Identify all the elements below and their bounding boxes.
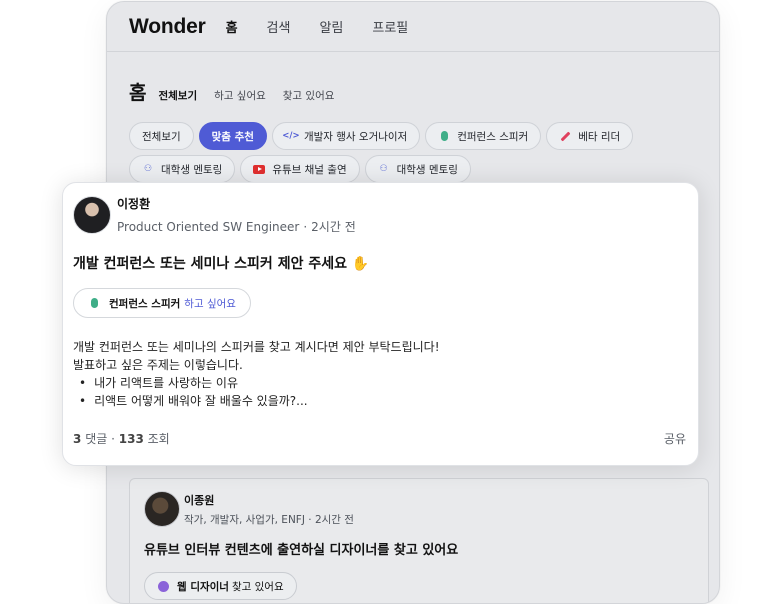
post-stats: 3 댓글 · 133 조회 <box>73 430 170 447</box>
author-meta: 작가, 개발자, 사업가, ENFJ · 2시간 전 <box>184 512 354 527</box>
list-item: 내가 리액트를 사랑하는 이유 <box>79 374 688 392</box>
app-logo[interactable]: Wonder <box>129 15 206 39</box>
topic-list: 내가 리액트를 사랑하는 이유 리액트 어떻게 배워야 잘 배울수 있을까?..… <box>73 374 688 410</box>
chip-label: 맞춤 추천 <box>211 130 254 143</box>
post-card-secondary[interactable]: 이종원 작가, 개발자, 사업가, ENFJ · 2시간 전 유튜브 인터뷰 컨… <box>129 478 709 603</box>
nav-notifications[interactable]: 알림 <box>319 17 343 36</box>
body-line: 발표하고 싶은 주제는 이렇습니다. <box>73 358 243 372</box>
post-title[interactable]: 유튜브 인터뷰 컨텐츠에 출연하실 디자이너를 찾고 있어요 <box>144 539 694 558</box>
page-title: 홈 <box>129 82 147 104</box>
youtube-icon <box>253 163 266 175</box>
tag-keyword: 웹 디자이너 <box>177 580 229 593</box>
tab-all[interactable]: 전체보기 <box>158 88 197 103</box>
author-role: Product Oriented SW Engineer <box>117 220 300 234</box>
chip-beta-reader[interactable]: 베타 리더 <box>546 122 634 150</box>
avatar[interactable] <box>73 196 111 234</box>
tab-looking-for[interactable]: 찾고 있어요 <box>283 88 335 103</box>
chip-label: 유튜브 채널 출연 <box>272 163 347 176</box>
filter-chips: 전체보기 맞춤 추천 </> 개발자 행사 오거나이저 컨퍼런스 스피커 베타 리… <box>129 122 709 183</box>
view-label: 조회 <box>147 432 170 446</box>
author-name[interactable]: 이정환 <box>117 195 356 212</box>
nav-home[interactable]: 홈 <box>226 17 238 36</box>
chip-recommended[interactable]: 맞춤 추천 <box>198 122 267 150</box>
nav-profile[interactable]: 프로필 <box>372 17 408 36</box>
body-line: 개발 컨퍼런스 또는 세미나의 스피커를 찾고 계시다면 제안 부탁드립니다! <box>73 340 440 354</box>
post-time: 2시간 전 <box>311 220 356 234</box>
post-author-row: 이종원 작가, 개발자, 사업가, ENFJ · 2시간 전 <box>144 491 694 527</box>
post-body: 개발 컨퍼런스 또는 세미나의 스피커를 찾고 계시다면 제안 부탁드립니다! … <box>73 338 688 410</box>
nav-search[interactable]: 검색 <box>267 17 291 36</box>
chip-event-organizer[interactable]: </> 개발자 행사 오거나이저 <box>271 122 421 150</box>
waving-hand-icon: ✋ <box>351 256 370 272</box>
microphone-icon <box>438 130 450 142</box>
post-title-row[interactable]: 개발 컨퍼런스 또는 세미나 스피커 제안 주세요 ✋ <box>73 253 688 273</box>
comment-count: 3 <box>73 432 82 446</box>
post-time: 2시간 전 <box>314 513 354 526</box>
tag-keyword: 컨퍼런스 스피커 <box>109 297 181 310</box>
palette-icon <box>157 580 169 592</box>
post-tag[interactable]: 웹 디자이너 찾고 있어요 <box>144 572 297 600</box>
view-count: 133 <box>118 432 144 446</box>
chip-label: 전체보기 <box>142 130 181 143</box>
post-tag[interactable]: 컨퍼런스 스피커 하고 싶어요 <box>73 288 251 318</box>
chip-label: 컨퍼런스 스피커 <box>457 130 529 143</box>
pen-icon <box>559 130 571 142</box>
app-header: Wonder 홈 검색 알림 프로필 <box>107 2 719 52</box>
tab-want-to-do[interactable]: 하고 싶어요 <box>214 88 266 103</box>
tag-status: 찾고 있어요 <box>231 580 284 593</box>
users-icon: ⚇ <box>143 163 153 174</box>
stage: Wonder 홈 검색 알림 프로필 홈 전체보기 하고 싶어요 찾고 있어요 … <box>0 0 780 604</box>
chip-college-mentoring[interactable]: ⚇ 대학생 멘토링 <box>129 155 236 183</box>
chip-label: 베타 리더 <box>578 130 621 143</box>
post-footer: 3 댓글 · 133 조회 공유 <box>73 430 686 447</box>
post-card-featured[interactable]: 이정환 Product Oriented SW Engineer · 2시간 전 개… <box>62 182 699 466</box>
stats-separator: · <box>111 432 119 446</box>
meta-separator: · <box>303 220 308 234</box>
chip-label: 대학생 멘토링 <box>396 163 458 176</box>
author-name[interactable]: 이종원 <box>184 492 354 508</box>
chip-conference-speaker[interactable]: 컨퍼런스 스피커 <box>425 122 542 150</box>
chip-college-mentoring-2[interactable]: ⚇ 대학생 멘토링 <box>364 155 471 183</box>
author-role: 작가, 개발자, 사업가, ENFJ <box>184 513 305 526</box>
chip-youtube-appearance[interactable]: 유튜브 채널 출연 <box>240 155 360 183</box>
list-item: 리액트 어떻게 배워야 잘 배울수 있을까?... <box>79 392 688 410</box>
chip-label: 개발자 행사 오거나이저 <box>303 130 408 143</box>
share-button[interactable]: 공유 <box>664 430 686 447</box>
author-meta: Product Oriented SW Engineer · 2시간 전 <box>117 218 356 235</box>
comment-label[interactable]: 댓글 <box>85 432 107 446</box>
avatar[interactable] <box>144 491 180 527</box>
page-heading-row: 홈 전체보기 하고 싶어요 찾고 있어요 <box>129 78 351 105</box>
tag-status: 하고 싶어요 <box>184 297 236 310</box>
chip-all[interactable]: 전체보기 <box>129 122 194 150</box>
code-icon: </> <box>282 130 300 141</box>
post-author-row: 이정환 Product Oriented SW Engineer · 2시간 전 <box>73 195 688 235</box>
meta-separator: · <box>308 513 315 526</box>
users-icon: ⚇ <box>379 163 388 174</box>
chip-label: 대학생 멘토링 <box>161 163 223 176</box>
microphone-icon <box>88 297 100 309</box>
post-title: 개발 컨퍼런스 또는 세미나 스피커 제안 주세요 <box>73 256 347 272</box>
